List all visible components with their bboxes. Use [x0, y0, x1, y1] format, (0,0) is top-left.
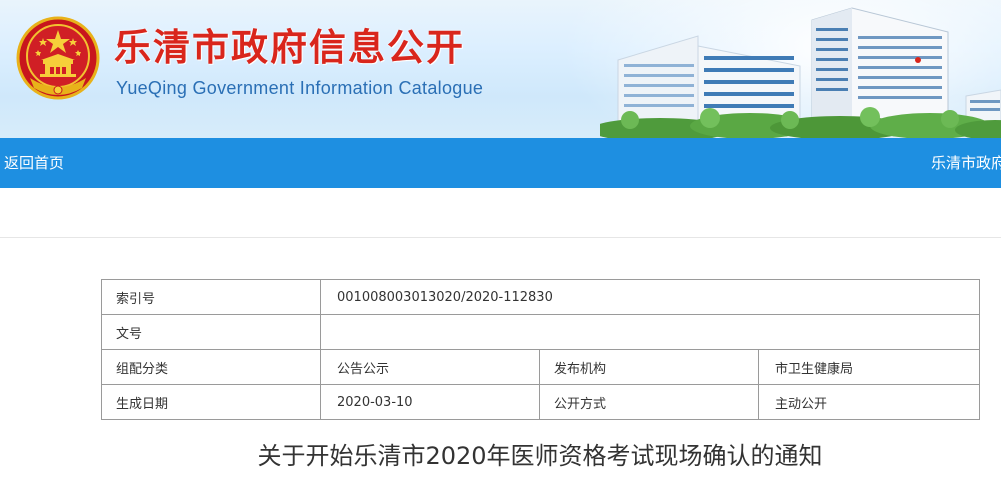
table-row: 组配分类 公告公示 发布机构 市卫生健康局: [101, 349, 981, 385]
publisher-label: 发布机构: [539, 349, 759, 385]
doc-number-label: 文号: [101, 314, 321, 350]
category-value: 公告公示: [320, 349, 540, 385]
national-emblem-icon: [16, 16, 100, 100]
article-title: 关于开始乐清市2020年医师资格考试现场确认的通知: [257, 442, 823, 470]
disclosure-value: 主动公开: [757, 384, 981, 420]
site-title: 乐清市政府信息公开: [114, 26, 465, 69]
government-buildings-illustration: [600, 7, 1001, 138]
section-divider: [0, 237, 1001, 238]
doc-number-value: [319, 314, 981, 350]
document-info-table: 索引号 001008003013020/2020-112830 文号 组配分类 …: [101, 279, 981, 420]
header-banner: 乐清市政府信息公开 YueQing Government Information…: [0, 0, 1001, 138]
table-row: 生成日期 2020-03-10 公开方式 主动公开: [101, 384, 981, 420]
back-home-link[interactable]: 返回首页: [4, 153, 64, 173]
site-home-link[interactable]: 乐清市政府: [931, 153, 1001, 173]
site-subtitle: YueQing Government Information Catalogue: [116, 78, 484, 98]
index-label: 索引号: [101, 279, 321, 315]
table-row: 索引号 001008003013020/2020-112830: [101, 279, 981, 315]
publisher-value: 市卫生健康局: [757, 349, 981, 385]
date-value: 2020-03-10: [320, 384, 540, 420]
index-value: 001008003013020/2020-112830: [319, 279, 981, 315]
table-row: 文号: [101, 314, 981, 350]
date-label: 生成日期: [101, 384, 321, 420]
disclosure-label: 公开方式: [539, 384, 759, 420]
category-label: 组配分类: [101, 349, 321, 385]
nav-bar: 返回首页 乐清市政府: [0, 138, 1001, 188]
